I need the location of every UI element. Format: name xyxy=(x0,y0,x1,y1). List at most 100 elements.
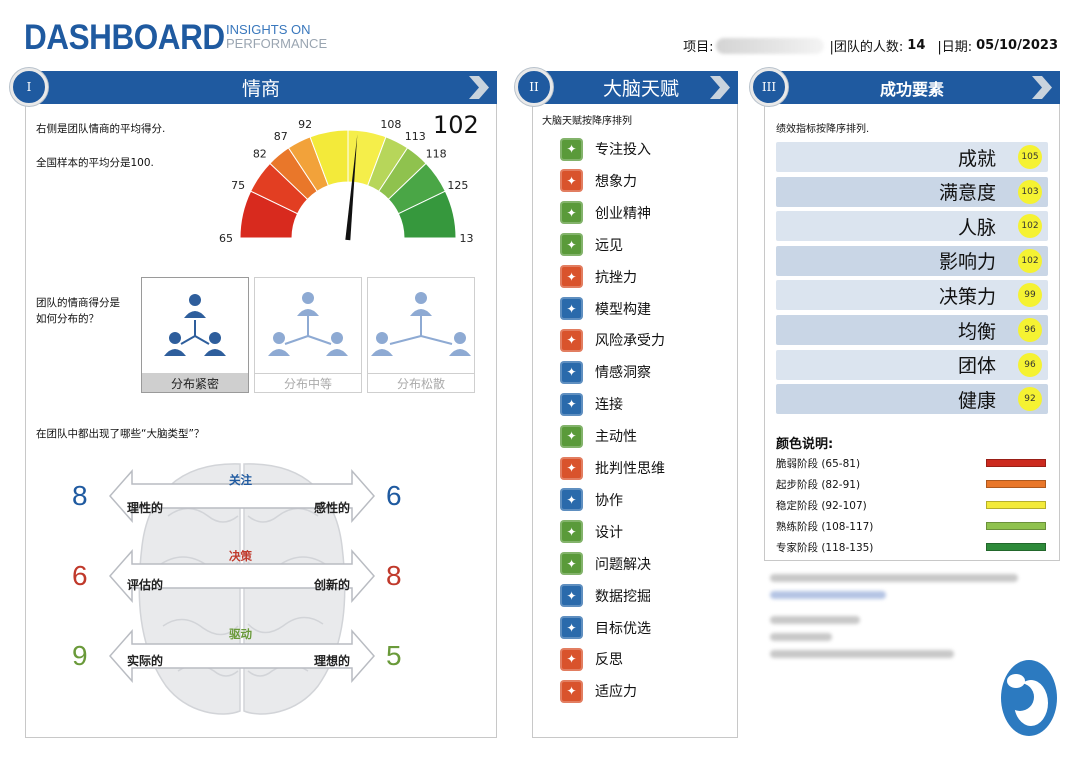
ei-intro-line1: 右侧是团队情商的平均得分. xyxy=(36,123,166,135)
factor-label: 影响力 xyxy=(938,251,996,274)
project-label: 项目: xyxy=(683,40,714,55)
entrepreneur-icon: ✦ xyxy=(560,201,583,225)
talent-item: ✦ 数据挖掘 xyxy=(560,584,651,608)
brain-practical-count: 9 xyxy=(72,640,88,671)
talent-label: 目标优选 xyxy=(595,620,651,637)
talent-label: 专注投入 xyxy=(595,142,651,158)
header: DASHBOARD INSIGHTS ON PERFORMANCE 项目: |团… xyxy=(0,0,1080,64)
gauge-tick-label: 108 xyxy=(380,120,401,131)
talent-label: 模型构建 xyxy=(595,301,651,318)
distribution-option-moderate[interactable]: 分布中等 xyxy=(254,277,362,393)
data-icon: ✦ xyxy=(560,584,583,608)
factor-score-badge: 96 xyxy=(1018,352,1042,377)
distribution-label-tight: 分布紧密 xyxy=(142,373,248,392)
panel-1-header: 情商 xyxy=(25,71,497,104)
talent-item: ✦ 设计 xyxy=(560,520,623,544)
project-name-redacted xyxy=(715,37,824,54)
talent-label: 连接 xyxy=(595,397,623,414)
factor-score-badge: 102 xyxy=(1018,214,1042,239)
gauge-tick-label: 113 xyxy=(405,130,426,143)
talent-item: ✦ 创业精神 xyxy=(560,201,651,225)
legend-swatch xyxy=(986,501,1046,509)
collaboration-icon: ✦ xyxy=(560,488,583,512)
gauge-tick-label: 118 xyxy=(426,148,447,161)
gauge-tick-label: 100 xyxy=(338,120,359,123)
gauge-tick-label: 125 xyxy=(447,179,468,192)
panel-2-number-badge: II xyxy=(515,68,553,106)
brain-innovative-label: 创新的 xyxy=(314,578,351,592)
distribution-option-tight[interactable]: 分布紧密 xyxy=(141,277,249,393)
gauge-tick-label: 65 xyxy=(219,232,233,245)
design-icon: ✦ xyxy=(560,520,583,544)
goal-icon: ✦ xyxy=(560,616,583,639)
brand-logo-icon xyxy=(1001,660,1057,736)
talent-item: ✦ 专注投入 xyxy=(560,137,651,161)
distribution-question: 团队的情商得分是如何分布的？ xyxy=(36,297,120,325)
ei-intro-line2: 全国样本的平均分是100. xyxy=(36,157,154,169)
distribution-label-moderate: 分布中等 xyxy=(255,373,361,392)
factor-score-badge: 102 xyxy=(1018,248,1042,273)
gauge-tick-label: 135 xyxy=(460,232,475,245)
talent-item: ✦ 批判性思维 xyxy=(560,456,665,480)
talent-item: ✦ 协作 xyxy=(560,488,623,512)
legend-row: 熟练阶段 (108-117) xyxy=(776,519,1048,533)
panel-3-header: 成功要素 xyxy=(764,71,1060,104)
brain-emotional-label: 感性的 xyxy=(314,501,351,515)
factor-row: 决策力 99 xyxy=(776,280,1048,311)
chevron-right-icon xyxy=(710,76,730,99)
legend-row: 专家阶段 (118-135) xyxy=(776,540,1048,554)
factor-row: 均衡 96 xyxy=(776,315,1048,345)
imagination-icon: ✦ xyxy=(560,169,583,193)
factor-row: 成就 105 xyxy=(776,142,1048,172)
logo-subtitle-line1: INSIGHTS ON xyxy=(226,22,311,37)
factor-row: 人脉 102 xyxy=(776,211,1048,242)
talent-item: ✦ 抗挫力 xyxy=(560,265,637,289)
talent-item: ✦ 适应力 xyxy=(560,679,637,703)
panel-1-number-badge: I xyxy=(10,68,48,106)
ei-gauge: 65 75 82 87 92 100 108 113118 125 135 xyxy=(219,120,475,245)
panel-1-title: 情商 xyxy=(241,78,280,100)
talent-item: ✦ 问题解决 xyxy=(560,552,651,576)
logo-subtitle-line2: PERFORMANCE xyxy=(226,36,328,51)
gauge-tick-label: 75 xyxy=(231,179,245,192)
distribution-option-loose[interactable]: 分布松散 xyxy=(367,277,475,393)
logo-dashboard: DASHBOARD xyxy=(24,18,225,57)
talent-label: 抗挫力 xyxy=(595,269,637,286)
legend-swatch xyxy=(986,522,1046,530)
distribution-label-loose: 分布松散 xyxy=(368,373,474,392)
factor-score-badge: 105 xyxy=(1018,145,1042,169)
chevron-right-icon xyxy=(469,76,489,99)
legend-swatch xyxy=(986,480,1046,488)
team-cluster-loose-icon xyxy=(371,292,471,356)
brain-drive-label: 驱动 xyxy=(229,627,252,641)
legend-row: 脆弱阶段 (65-81) xyxy=(776,456,1048,470)
talent-label: 适应力 xyxy=(595,684,637,701)
factor-score-badge: 99 xyxy=(1018,283,1042,308)
team-cluster-moderate-icon xyxy=(268,292,348,356)
talent-label: 设计 xyxy=(595,524,623,541)
talent-item: ✦ 反思 xyxy=(560,647,623,671)
risk-icon: ✦ xyxy=(560,328,583,352)
modeling-icon: ✦ xyxy=(560,297,583,320)
talent-item: ✦ 远见 xyxy=(560,233,623,257)
talent-label: 创业精神 xyxy=(595,205,651,222)
legend-row: 稳定阶段 (92-107) xyxy=(776,498,1048,512)
project-info: 项目: |团队的人数: 14 |日期: 05/10/2023 xyxy=(683,36,1058,55)
date-value: 05/10/2023 xyxy=(976,38,1058,53)
legend-swatch xyxy=(986,543,1046,551)
talent-label: 反思 xyxy=(595,652,623,669)
gauge-tick-label: 92 xyxy=(298,120,312,131)
brain-decision-label: 决策 xyxy=(229,549,252,563)
brain-rational-label: 理性的 xyxy=(127,501,164,515)
talent-item: ✦ 模型构建 xyxy=(560,297,651,321)
talent-label: 主动性 xyxy=(595,429,637,446)
logo-subtitle: INSIGHTS ON PERFORMANCE xyxy=(226,23,327,51)
brain-emotional-count: 6 xyxy=(386,480,402,511)
date-label: |日期: xyxy=(937,40,973,55)
talent-label: 情感洞察 xyxy=(595,365,651,382)
panel-3-title: 成功要素 xyxy=(879,79,944,99)
emotion-icon: ✦ xyxy=(560,360,583,384)
talent-item: ✦ 主动性 xyxy=(560,424,637,448)
gauge-tick-label: 87 xyxy=(274,130,288,143)
brain-idealistic-count: 5 xyxy=(386,640,402,671)
